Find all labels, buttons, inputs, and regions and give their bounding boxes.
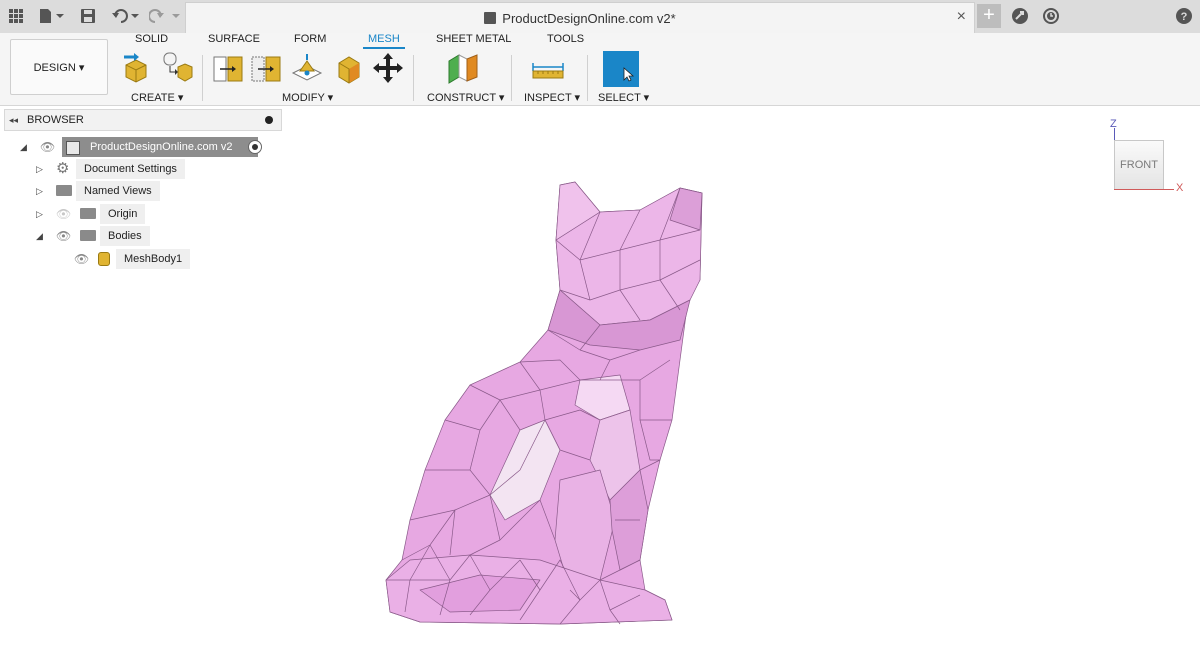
mesh-cat-model[interactable]: [0, 0, 1200, 672]
